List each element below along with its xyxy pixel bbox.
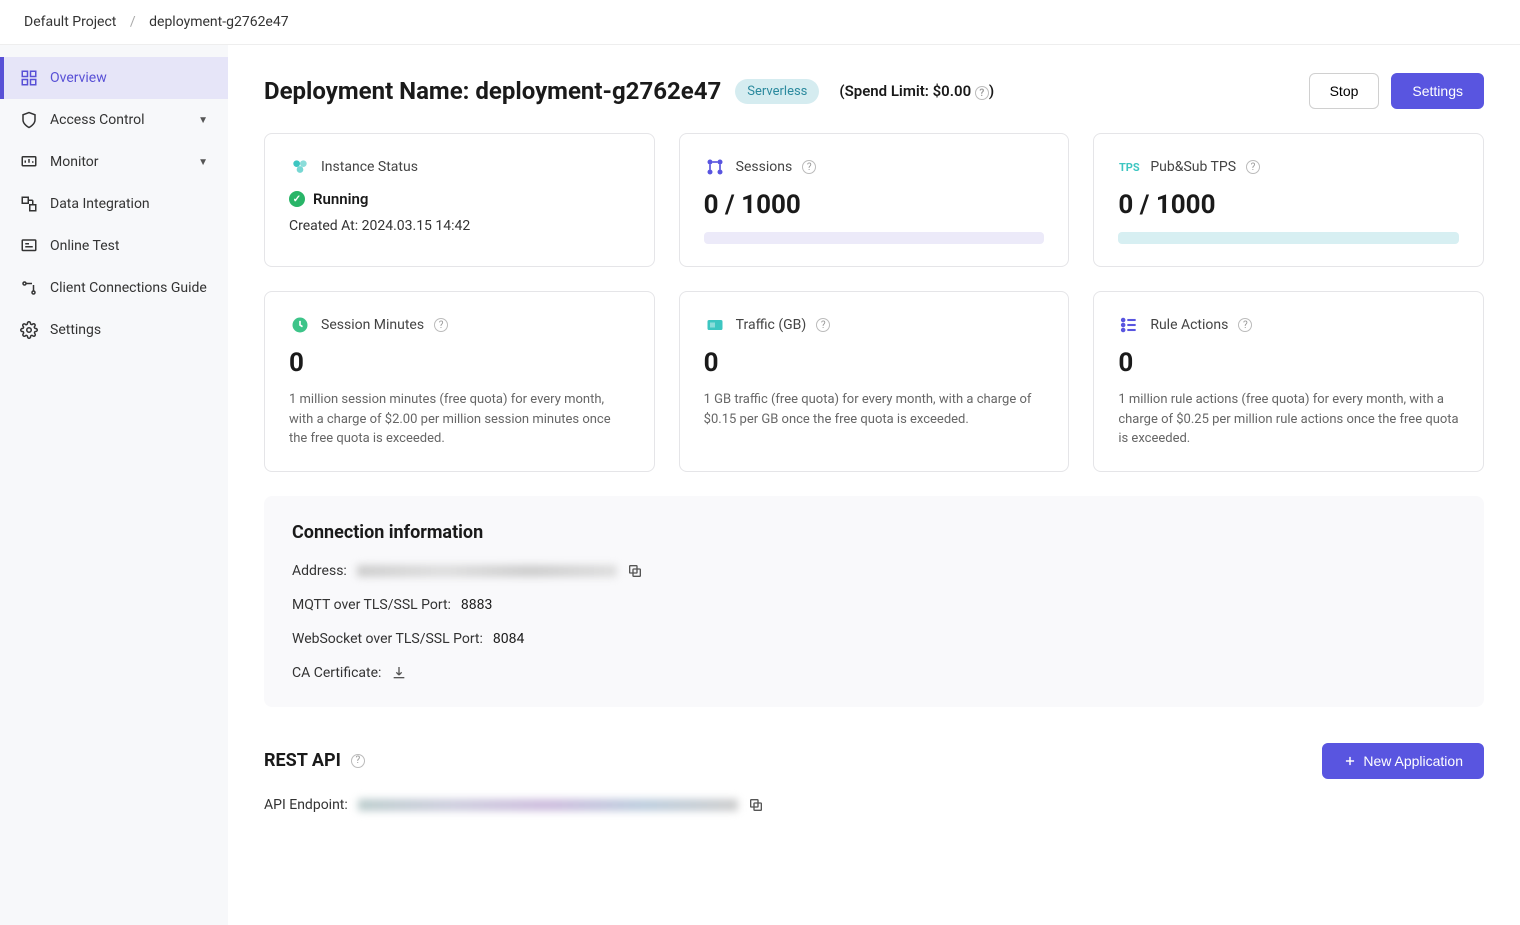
card-sessions: Sessions ? 0 / 1000 xyxy=(679,133,1070,267)
help-icon[interactable]: ? xyxy=(434,318,448,332)
chevron-down-icon: ▼ xyxy=(198,115,208,126)
card-title: Pub&Sub TPS xyxy=(1150,159,1236,175)
instance-icon xyxy=(289,156,311,178)
sessions-value: 0 / 1000 xyxy=(704,190,1045,220)
card-title: Traffic (GB) xyxy=(736,317,807,333)
address-value-redacted xyxy=(357,565,617,577)
sidebar-item-monitor[interactable]: Monitor ▼ xyxy=(0,141,228,183)
download-icon[interactable] xyxy=(391,665,407,681)
minutes-desc: 1 million session minutes (free quota) f… xyxy=(289,390,630,449)
traffic-desc: 1 GB traffic (free quota) for every mont… xyxy=(704,390,1045,429)
traffic-value: 0 xyxy=(704,348,1045,378)
help-icon[interactable]: ? xyxy=(816,318,830,332)
gear-icon xyxy=(20,321,38,339)
sidebar-label: Overview xyxy=(50,70,107,86)
card-instance-status: Instance Status ✓ Running Created At: 20… xyxy=(264,133,655,267)
page-header: Deployment Name: deployment-g2762e47 Ser… xyxy=(264,73,1484,109)
chevron-down-icon: ▼ xyxy=(198,157,208,168)
sidebar-item-data-integration[interactable]: Data Integration xyxy=(0,183,228,225)
help-icon[interactable]: ? xyxy=(1246,160,1260,174)
sidebar-item-overview[interactable]: Overview xyxy=(0,57,228,99)
test-icon xyxy=(20,237,38,255)
sidebar-label: Access Control xyxy=(50,112,145,128)
card-traffic: Traffic (GB) ? 0 1 GB traffic (free quot… xyxy=(679,291,1070,472)
tps-bar xyxy=(1118,232,1459,244)
connection-panel: Connection information Address: MQTT ove… xyxy=(264,496,1484,707)
copy-icon[interactable] xyxy=(627,563,643,579)
sidebar-item-connections-guide[interactable]: Client Connections Guide xyxy=(0,267,228,309)
card-session-minutes: Session Minutes ? 0 1 million session mi… xyxy=(264,291,655,472)
breadcrumb-deployment: deployment-g2762e47 xyxy=(149,14,288,30)
new-application-button[interactable]: New Application xyxy=(1322,743,1484,779)
card-rule-actions: Rule Actions ? 0 1 million rule actions … xyxy=(1093,291,1484,472)
card-title: Instance Status xyxy=(321,159,418,175)
help-icon[interactable]: ? xyxy=(351,754,365,768)
serverless-badge: Serverless xyxy=(735,79,819,104)
sidebar-label: Data Integration xyxy=(50,196,150,212)
help-icon[interactable]: ? xyxy=(975,86,989,100)
minutes-value: 0 xyxy=(289,348,630,378)
rest-api-title: REST API xyxy=(264,750,341,771)
sidebar-item-access-control[interactable]: Access Control ▼ xyxy=(0,99,228,141)
help-icon[interactable]: ? xyxy=(802,160,816,174)
connection-title: Connection information xyxy=(292,522,1456,543)
sidebar-item-settings[interactable]: Settings xyxy=(0,309,228,351)
guide-icon xyxy=(20,279,38,297)
rules-icon xyxy=(1118,314,1140,336)
clock-icon xyxy=(289,314,311,336)
ws-port: 8084 xyxy=(493,631,524,647)
stop-button[interactable]: Stop xyxy=(1309,73,1380,109)
address-label: Address: xyxy=(292,563,347,579)
created-at: Created At: 2024.03.15 14:42 xyxy=(289,218,630,234)
shield-icon xyxy=(20,111,38,129)
rules-value: 0 xyxy=(1118,348,1459,378)
settings-button[interactable]: Settings xyxy=(1391,73,1484,109)
breadcrumb-project[interactable]: Default Project xyxy=(24,14,116,30)
sidebar-label: Online Test xyxy=(50,238,119,254)
status-value: Running xyxy=(313,190,368,208)
tps-value: 0 / 1000 xyxy=(1118,190,1459,220)
breadcrumb: Default Project / deployment-g2762e47 xyxy=(0,0,1520,45)
help-icon[interactable]: ? xyxy=(1238,318,1252,332)
monitor-icon xyxy=(20,153,38,171)
rest-api-header: REST API ? New Application xyxy=(264,743,1484,779)
sidebar: Overview Access Control ▼ Monitor ▼ Data… xyxy=(0,45,228,925)
api-endpoint-label: API Endpoint: xyxy=(264,797,348,813)
integration-icon xyxy=(20,195,38,213)
api-endpoint-redacted xyxy=(358,799,738,811)
ws-label: WebSocket over TLS/SSL Port: xyxy=(292,631,483,647)
sidebar-label: Settings xyxy=(50,322,101,338)
card-title: Rule Actions xyxy=(1150,317,1228,333)
card-title: Session Minutes xyxy=(321,317,424,333)
plus-icon xyxy=(1343,754,1357,768)
sidebar-label: Client Connections Guide xyxy=(50,280,207,296)
card-title: Sessions xyxy=(736,159,793,175)
overview-icon xyxy=(20,69,38,87)
sessions-icon xyxy=(704,156,726,178)
mqtt-port: 8883 xyxy=(461,597,492,613)
tps-icon: TPS xyxy=(1118,156,1140,178)
sidebar-label: Monitor xyxy=(50,154,99,170)
sidebar-item-online-test[interactable]: Online Test xyxy=(0,225,228,267)
spend-limit: (Spend Limit: $0.00 ?) xyxy=(839,82,994,101)
main-content: Deployment Name: deployment-g2762e47 Ser… xyxy=(228,45,1520,925)
mqtt-label: MQTT over TLS/SSL Port: xyxy=(292,597,451,613)
check-icon: ✓ xyxy=(289,191,305,207)
breadcrumb-separator: / xyxy=(130,14,136,30)
ca-label: CA Certificate: xyxy=(292,665,381,681)
sessions-bar xyxy=(704,232,1045,244)
traffic-icon xyxy=(704,314,726,336)
rules-desc: 1 million rule actions (free quota) for … xyxy=(1118,390,1459,449)
card-tps: TPS Pub&Sub TPS ? 0 / 1000 xyxy=(1093,133,1484,267)
page-title: Deployment Name: deployment-g2762e47 xyxy=(264,77,721,105)
copy-icon[interactable] xyxy=(748,797,764,813)
